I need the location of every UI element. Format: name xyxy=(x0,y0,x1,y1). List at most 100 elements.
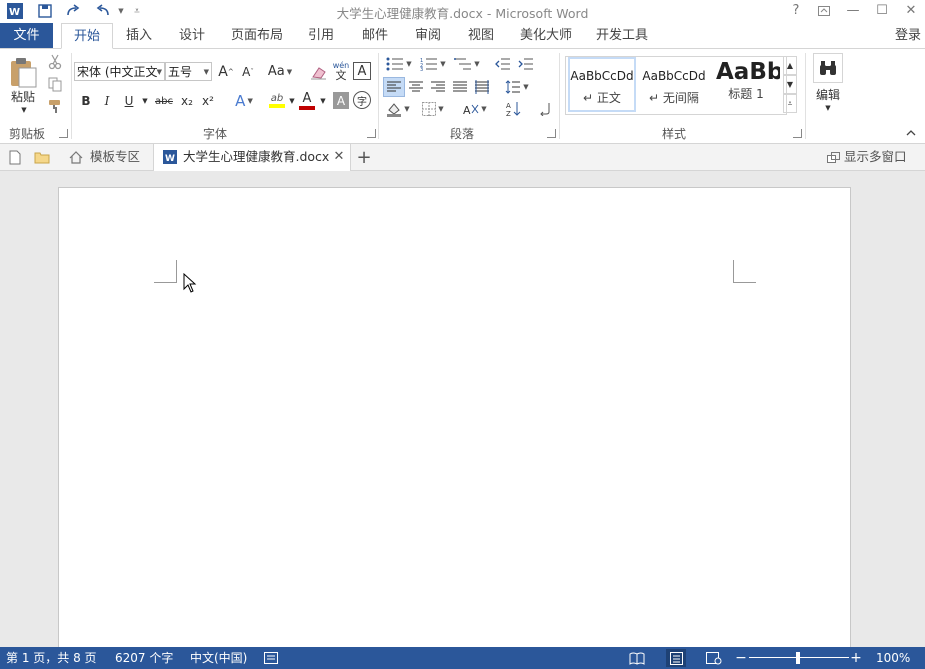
sort-icon[interactable]: AZ xyxy=(504,99,524,119)
numbering-button[interactable]: 1 2 3 ▼ xyxy=(418,55,448,73)
template-zone-tab[interactable]: 模板专区 xyxy=(60,144,152,170)
change-case-button[interactable]: Aa ▼ xyxy=(264,62,296,81)
zoom-out-button[interactable]: − xyxy=(735,650,747,666)
superscript-button[interactable]: x² xyxy=(199,91,217,111)
group-divider xyxy=(559,53,560,139)
line-spacing-button[interactable]: ▼ xyxy=(502,77,532,97)
document-tab[interactable]: W 大学生心理健康教育.docx ✕ xyxy=(153,144,351,171)
font-color-dropdown-icon[interactable]: ▼ xyxy=(318,91,328,111)
collapse-ribbon-icon[interactable] xyxy=(903,127,919,139)
underline-button[interactable]: U xyxy=(120,91,138,111)
open-folder-icon[interactable] xyxy=(32,148,52,166)
highlight-glyph: ab xyxy=(270,92,284,104)
macro-record-icon[interactable] xyxy=(263,650,279,666)
styles-more-icon[interactable]: ⩡ xyxy=(783,94,797,113)
tab-insert[interactable]: 插入 xyxy=(118,23,160,48)
tab-review[interactable]: 审阅 xyxy=(407,23,449,48)
copy-icon[interactable] xyxy=(46,75,64,93)
tab-home[interactable]: 开始 xyxy=(61,23,113,49)
word-count[interactable]: 6207 个字 xyxy=(115,647,173,669)
multilevel-list-button[interactable]: ▼ xyxy=(452,55,482,73)
character-border-icon[interactable]: A xyxy=(353,62,371,80)
read-mode-icon[interactable] xyxy=(628,650,646,666)
tab-beautify-master[interactable]: 美化大师 xyxy=(513,23,579,48)
paragraph-launcher-icon[interactable] xyxy=(547,129,556,138)
style-no-spacing[interactable]: AaBbCcDd ↵ 无间隔 xyxy=(640,57,708,112)
tab-design[interactable]: 设计 xyxy=(171,23,213,48)
web-layout-icon[interactable] xyxy=(705,650,723,666)
print-layout-icon[interactable] xyxy=(666,649,686,667)
cut-icon[interactable] xyxy=(46,53,64,71)
ribbon-tab-bar: 文件 开始 插入 设计 页面布局 引用 邮件 审阅 视图 美化大师 开发工具 登… xyxy=(0,23,925,49)
paste-dropdown-icon[interactable]: ▼ xyxy=(14,105,34,115)
character-shading-icon[interactable]: A xyxy=(333,92,349,109)
ribbon-display-options-icon[interactable] xyxy=(813,1,835,21)
language-indicator[interactable]: 中文(中国) xyxy=(190,647,247,669)
show-formatting-marks-icon[interactable] xyxy=(536,99,554,119)
tab-developer[interactable]: 开发工具 xyxy=(591,23,653,48)
font-size-dropdown-icon[interactable]: ▼ xyxy=(204,63,209,80)
help-button[interactable]: ? xyxy=(785,1,807,21)
zoom-in-button[interactable]: + xyxy=(850,650,862,666)
chinese-layout-button[interactable]: A ▼ xyxy=(460,99,490,119)
justify-button[interactable] xyxy=(450,77,470,97)
align-left-button[interactable] xyxy=(383,77,405,97)
paste-icon[interactable] xyxy=(6,55,40,89)
shrink-font-icon[interactable]: Aˇ xyxy=(238,62,258,81)
style-normal[interactable]: AaBbCcDd ↵ 正文 xyxy=(568,57,636,112)
shading-button[interactable]: ▼ xyxy=(383,99,413,119)
editing-dropdown-icon[interactable]: ▼ xyxy=(818,103,838,113)
zoom-level[interactable]: 100% xyxy=(876,647,910,669)
clipboard-launcher-icon[interactable] xyxy=(59,129,68,138)
clear-formatting-icon[interactable] xyxy=(308,62,330,81)
close-tab-icon[interactable]: ✕ xyxy=(331,149,347,165)
text-effects-button[interactable]: A ▼ xyxy=(229,91,259,111)
strikethrough-button[interactable]: abc xyxy=(152,91,176,111)
find-binoculars-icon[interactable] xyxy=(813,53,843,83)
subscript-button[interactable]: x₂ xyxy=(178,91,196,111)
styles-scroll-up-icon[interactable]: ▲ xyxy=(783,56,797,75)
align-center-button[interactable] xyxy=(406,77,426,97)
tab-view[interactable]: 视图 xyxy=(460,23,502,48)
underline-dropdown-icon[interactable]: ▼ xyxy=(140,91,150,111)
minimize-button[interactable]: — xyxy=(842,1,864,21)
tab-references[interactable]: 引用 xyxy=(300,23,342,48)
style-no-spacing-name: ↵ 无间隔 xyxy=(649,91,699,105)
style-heading-1[interactable]: AaBb 标题 1 xyxy=(712,57,780,112)
borders-button[interactable]: ▼ xyxy=(418,99,448,119)
new-document-icon[interactable] xyxy=(6,148,24,166)
close-button[interactable]: ✕ xyxy=(900,1,922,21)
font-color-button[interactable]: A xyxy=(296,89,318,111)
page-count[interactable]: 第 1 页，共 8 页 xyxy=(6,647,97,669)
tab-page-layout[interactable]: 页面布局 xyxy=(226,23,288,48)
styles-scroll-down-icon[interactable]: ▼ xyxy=(783,75,797,94)
tab-mailings[interactable]: 邮件 xyxy=(354,23,396,48)
format-painter-icon[interactable] xyxy=(46,97,64,115)
show-multi-window-button[interactable]: 显示多窗口 xyxy=(825,144,923,170)
font-name-value: 宋体 (中文正文 xyxy=(77,65,158,79)
bold-button[interactable]: B xyxy=(77,91,95,111)
signin-link[interactable]: 登录 xyxy=(895,23,925,48)
document-page[interactable] xyxy=(58,187,851,659)
enclose-characters-icon[interactable]: 字 xyxy=(353,91,371,109)
paste-button[interactable]: 粘贴 xyxy=(6,89,40,104)
file-tab[interactable]: 文件 xyxy=(0,23,53,48)
increase-indent-icon[interactable] xyxy=(516,55,536,73)
font-size-combo[interactable]: 五号 ▼ xyxy=(165,62,212,81)
font-name-combo[interactable]: 宋体 (中文正文 ▼ xyxy=(74,62,165,81)
zoom-slider-thumb[interactable] xyxy=(796,652,800,664)
font-name-dropdown-icon[interactable]: ▼ xyxy=(157,63,162,80)
new-tab-icon[interactable]: + xyxy=(354,147,374,168)
bullets-button[interactable]: ▼ xyxy=(384,55,414,73)
decrease-indent-icon[interactable] xyxy=(493,55,513,73)
styles-launcher-icon[interactable] xyxy=(793,129,802,138)
editing-button[interactable]: 编辑 xyxy=(808,87,848,102)
font-launcher-icon[interactable] xyxy=(367,129,376,138)
phonetic-guide-icon[interactable]: wén 文 xyxy=(331,59,351,83)
italic-button[interactable]: I xyxy=(98,91,116,111)
distributed-button[interactable] xyxy=(472,77,492,97)
font-group-label: 字体 xyxy=(202,127,227,141)
grow-font-icon[interactable]: A ^ xyxy=(216,62,236,81)
align-right-button[interactable] xyxy=(428,77,448,97)
maximize-button[interactable]: ☐ xyxy=(871,1,893,21)
